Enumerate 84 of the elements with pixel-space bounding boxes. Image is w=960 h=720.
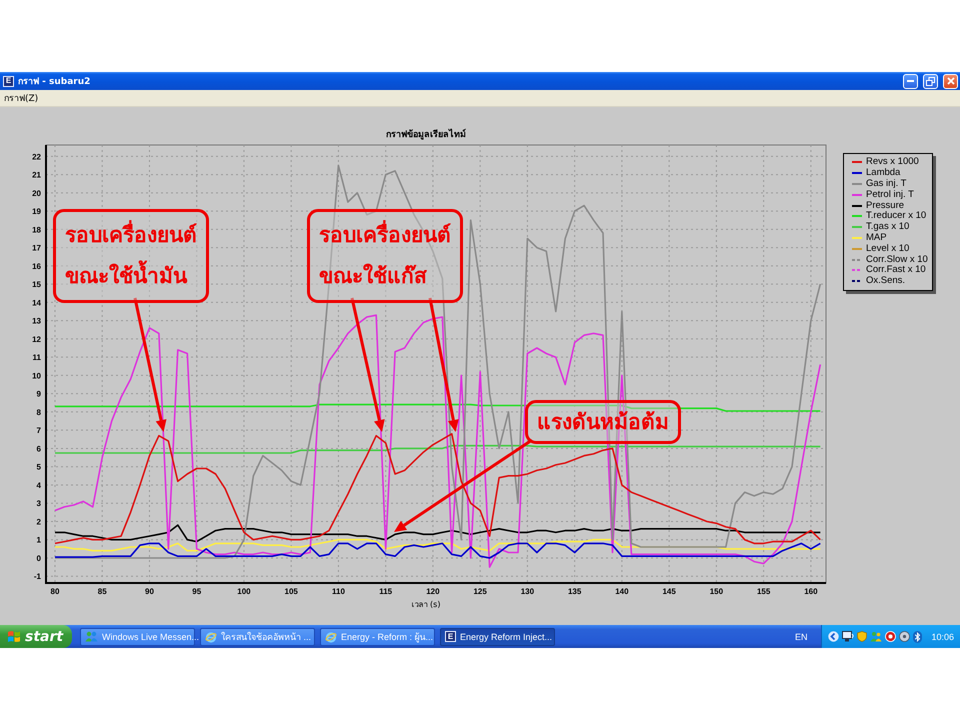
flag-icon [7,630,21,643]
legend-label: T.gas x 10 [866,222,910,232]
x-tick-label: 130 [520,587,534,596]
legend-label: Gas inj. T [866,178,906,189]
app-icon: E [3,76,14,86]
x-tick-label: 120 [426,587,440,596]
legend-label: Petrol inj. T [866,190,914,200]
menu-item[interactable]: กราฟ(Z) [4,91,38,105]
y-tick-label: 13 [32,316,41,326]
x-tick-label: 85 [98,587,107,596]
y-tick-label: 14 [32,298,41,308]
y-tick-label: 3 [36,499,41,508]
legend-label: Corr.Fast x 10 [866,265,926,276]
legend-label: Lambda [866,168,900,178]
people-icon [85,631,98,642]
y-tick-label: 11 [32,353,41,362]
taskbar-button[interactable]: ใครสนใจช้อคอัพหน้า ... [200,628,315,646]
clock: 10:06 [931,632,954,642]
y-tick-label: 22 [32,152,41,162]
callout-label: รอบเครื่องยนต์ ขณะใช้แก๊ส [307,209,463,303]
x-tick-label: 155 [756,587,770,596]
legend-label: Ox.Sens. [866,276,906,286]
start-button[interactable]: start [0,625,72,648]
y-tick-label: 21 [32,170,41,180]
x-tick-label: 105 [284,587,298,596]
badge-icon[interactable] [885,631,896,642]
browser-icon [205,630,217,642]
minimize-button[interactable] [903,74,918,88]
y-tick-label: 18 [32,225,41,234]
y-tick-label: 9 [36,390,41,399]
disc-icon[interactable] [899,631,910,642]
shield-icon[interactable] [857,631,868,642]
restore-button[interactable] [923,74,938,88]
legend-label: T.reducer x 10 [866,211,926,222]
window-title: กราฟ - subaru2 [18,76,90,88]
x-tick-label: 160 [804,587,818,596]
y-tick-label: 20 [32,188,41,198]
x-tick-label: 90 [145,587,154,596]
chart-title: กราฟข้อมูลเรียลไทม์ [386,130,466,140]
x-tick-label: 80 [50,587,60,596]
browser-icon [325,630,337,642]
y-tick-label: 16 [32,262,41,271]
chevron-icon[interactable] [828,631,840,642]
y-tick-label: 1 [36,536,41,545]
y-tick-label: 6 [36,444,41,454]
y-tick-label: 10 [32,371,41,380]
x-tick-label: 145 [662,587,676,596]
legend-label: Level x 10 [866,244,910,254]
x-tick-label: 95 [192,587,202,596]
y-tick-label: 5 [36,462,41,472]
y-tick-label: 4 [36,480,41,490]
minimize-icon [907,80,914,82]
x-tick-label: 115 [379,587,392,596]
y-tick-label: -1 [34,572,41,582]
close-button[interactable] [943,74,958,88]
y-tick-label: 12 [32,334,41,344]
x-tick-label: 150 [710,587,724,596]
app-icon: E [445,631,456,642]
x-tick-label: 135 [568,587,582,596]
taskbar-button[interactable]: Energy - Reform : ผู้น... [320,628,435,646]
legend-label: MAP [866,232,887,243]
legend-label: Revs x 1000 [866,157,919,168]
language-indicator[interactable]: EN [794,632,808,642]
monitor-icon[interactable] [842,631,854,642]
y-tick-label: 2 [36,517,41,526]
y-tick-label: 0 [36,554,41,563]
legend-label: Corr.Slow x 10 [866,254,928,265]
callout-label: แรงดันหม้อต้ม [525,400,681,444]
y-tick-label: 19 [32,207,41,216]
close-icon [946,77,954,85]
y-tick-label: 8 [36,408,41,417]
callout-label: รอบเครื่องยนต์ ขณะใช้น้ำมัน [53,209,209,303]
x-tick-label: 140 [615,587,629,596]
legend-label: Pressure [866,200,904,211]
y-tick-label: 15 [32,280,41,290]
x-tick-label: 125 [474,587,487,596]
taskbar-button[interactable]: E Energy Reform Inject... [440,628,555,646]
x-axis-label: เวลา (s) [412,600,440,609]
x-tick-label: 110 [332,587,345,596]
y-tick-label: 7 [36,426,41,436]
y-tick-label: 17 [32,244,41,253]
restore-icon [926,76,935,86]
x-tick-label: 100 [237,587,251,596]
bluetooth-icon[interactable] [913,630,922,642]
